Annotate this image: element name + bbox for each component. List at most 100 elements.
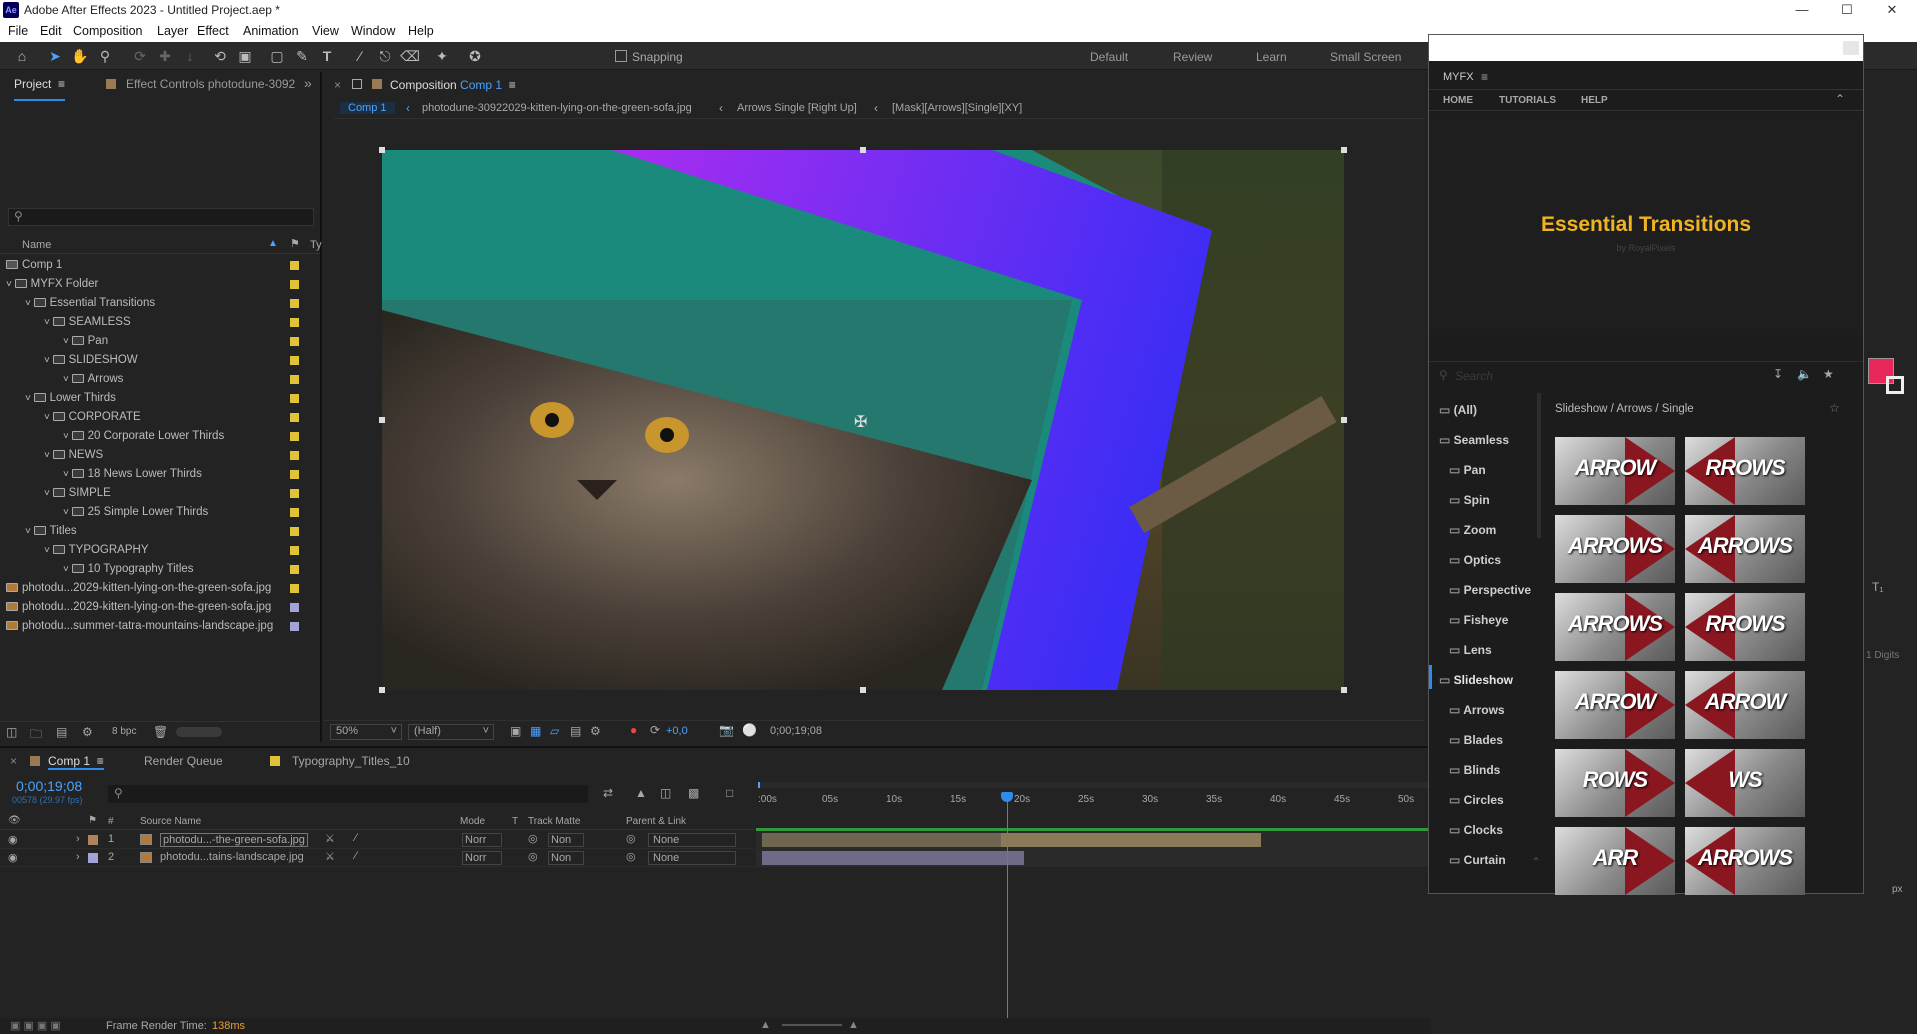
transition-thumbnail[interactable]: ARROW <box>1555 437 1675 505</box>
project-item[interactable]: ˅ 25 Simple Lower Thirds <box>0 503 320 522</box>
project-item[interactable]: ˅ 18 News Lower Thirds <box>0 465 320 484</box>
label-color-swatch[interactable] <box>290 261 299 270</box>
close-button[interactable]: ✕ <box>1870 0 1914 20</box>
label-color-swatch[interactable] <box>290 375 299 384</box>
layer-label-color[interactable] <box>88 835 98 845</box>
zoom-dropdown[interactable]: 50% ˅ <box>330 724 402 740</box>
switch-shy-icon[interactable]: ⚔ <box>325 850 335 863</box>
label-column-icon[interactable]: ⚑ <box>88 815 97 826</box>
expand-chevron-icon[interactable]: ˅ <box>25 298 34 309</box>
channel-icon[interactable]: ⚙ <box>590 724 601 738</box>
track-matte-dropdown[interactable]: Non <box>548 851 584 865</box>
label-color-swatch[interactable] <box>290 413 299 422</box>
orbit-camera-icon[interactable]: ⟳ <box>130 47 150 65</box>
comp-mini-flowchart-icon[interactable]: ⇄ <box>603 786 613 800</box>
visibility-column-icon[interactable]: 👁 <box>8 815 21 826</box>
project-search-input[interactable]: ⚲ <box>8 208 314 226</box>
mask-visibility-icon[interactable]: ▱ <box>550 724 559 738</box>
project-item[interactable]: Comp 1 <box>0 256 320 275</box>
project-item[interactable]: ˅ 20 Corporate Lower Thirds <box>0 427 320 446</box>
switch-shy-icon[interactable]: ⚔ <box>325 832 335 845</box>
parent-dropdown[interactable]: None <box>648 833 736 847</box>
label-color-swatch[interactable] <box>290 508 299 517</box>
expand-chevron-icon[interactable]: ˅ <box>63 507 72 518</box>
label-color-swatch[interactable] <box>290 318 299 327</box>
rectangle-tool-icon[interactable]: ▢ <box>267 47 287 65</box>
lock-icon[interactable] <box>352 79 362 89</box>
label-color-swatch[interactable] <box>290 432 299 441</box>
reset-exposure-icon[interactable]: ⟳ <box>650 723 660 737</box>
menu-window[interactable]: Window <box>351 24 395 38</box>
color-channels-icon[interactable]: ● <box>630 723 637 737</box>
transition-thumbnail[interactable]: ARROWS <box>1555 593 1675 661</box>
switch-fx-icon[interactable]: ∕ <box>355 832 357 844</box>
tab-project[interactable]: Project ≡ <box>14 77 66 101</box>
project-item[interactable]: ˅ Titles <box>0 522 320 541</box>
tab-effect-controls[interactable]: Effect Controls photodune-3092 <box>126 77 295 101</box>
visibility-eye-icon[interactable]: ◉ <box>8 833 18 846</box>
column-source-name[interactable]: Source Name <box>140 816 201 827</box>
transform-handle[interactable] <box>379 417 385 423</box>
layer-bar-1-trimmed[interactable] <box>762 833 1001 847</box>
hand-tool-icon[interactable]: ✋ <box>70 47 90 65</box>
workspace-review[interactable]: Review <box>1173 50 1212 64</box>
home-icon[interactable]: ⌂ <box>12 47 32 65</box>
zoom-out-icon[interactable]: ▲ <box>760 1019 771 1031</box>
rotation-tool-icon[interactable]: ⟲ <box>210 47 230 65</box>
tab-render-queue[interactable]: Render Queue <box>144 754 223 768</box>
menu-view[interactable]: View <box>312 24 339 38</box>
project-item[interactable]: photodu...2029-kitten-lying-on-the-green… <box>0 579 320 598</box>
exposure-value[interactable]: +0,0 <box>666 725 688 737</box>
workspace-learn[interactable]: Learn <box>1256 50 1287 64</box>
transition-thumbnail[interactable]: ARR <box>1555 827 1675 895</box>
new-folder-icon[interactable]: 🗀 <box>30 725 42 746</box>
transition-thumbnail[interactable]: ARROWS <box>1555 515 1675 583</box>
label-color-swatch[interactable] <box>290 527 299 536</box>
project-item[interactable]: ˅ Arrows <box>0 370 320 389</box>
breadcrumb-layer[interactable]: photodune-30922029-kitten-lying-on-the-g… <box>422 102 692 114</box>
pan-camera-icon[interactable]: ✚ <box>155 47 175 65</box>
layer-bar-2[interactable] <box>762 851 1024 865</box>
graph-editor-icon[interactable]: □ <box>726 786 733 800</box>
expand-chevron-icon[interactable]: ˅ <box>63 374 72 385</box>
timeline-layer-row[interactable]: ◉ › 2 photodu...tains-landscape.jpg ⚔ ∕ Norr ◎ N… <box>0 849 754 867</box>
region-of-interest-icon[interactable]: ▣ <box>510 724 521 738</box>
puppet-pin-icon[interactable]: ✪ <box>465 47 485 65</box>
project-item[interactable]: photodu...summer-tatra-mountains-landsca… <box>0 617 320 636</box>
blend-mode-dropdown[interactable]: Norr <box>462 833 502 847</box>
zoom-tool-icon[interactable]: ⚲ <box>95 47 115 65</box>
blend-mode-dropdown[interactable]: Norr <box>462 851 502 865</box>
close-tab-icon[interactable]: × <box>10 754 17 768</box>
transition-thumbnail[interactable]: RROWS <box>1685 437 1805 505</box>
project-item[interactable]: photodu...2029-kitten-lying-on-the-green… <box>0 598 320 617</box>
selection-tool-icon[interactable]: ➤ <box>45 47 65 65</box>
expand-chevron-icon[interactable]: ˅ <box>63 336 72 347</box>
project-item[interactable]: ˅ SLIDESHOW <box>0 351 320 370</box>
viewer-timecode[interactable]: 0;00;19;08 <box>770 725 822 737</box>
maximize-button[interactable]: ☐ <box>1825 0 1869 20</box>
project-item[interactable]: ˅ SIMPLE <box>0 484 320 503</box>
transparency-grid-icon[interactable]: ▦ <box>530 724 541 738</box>
expand-chevron-icon[interactable]: ˅ <box>6 279 15 290</box>
expand-chevron-icon[interactable]: ˅ <box>44 412 53 423</box>
project-item[interactable]: ˅ CORPORATE <box>0 408 320 427</box>
column-parent[interactable]: Parent & Link <box>626 816 686 827</box>
transition-thumbnail[interactable]: ARROW <box>1555 671 1675 739</box>
expand-chevron-icon[interactable]: ˅ <box>44 317 53 328</box>
snapping-checkbox[interactable] <box>615 50 627 62</box>
switch-fx-icon[interactable]: ∕ <box>355 850 357 862</box>
bit-depth-label[interactable]: 8 bpc <box>112 726 136 737</box>
project-item[interactable]: ˅ Pan <box>0 332 320 351</box>
label-color-swatch[interactable] <box>290 337 299 346</box>
transition-thumbnail[interactable]: ARROWS <box>1685 515 1805 583</box>
layer-name[interactable]: photodu...tains-landscape.jpg <box>160 851 304 863</box>
menu-help[interactable]: Help <box>408 24 434 38</box>
playhead-line[interactable] <box>1007 796 1008 1026</box>
expand-chevron-icon[interactable]: ˅ <box>44 545 53 556</box>
label-color-swatch[interactable] <box>290 280 299 289</box>
label-color-swatch[interactable] <box>290 622 299 631</box>
snapshot-icon[interactable]: 📷 <box>719 723 734 737</box>
track-matte-dropdown[interactable]: Non <box>548 833 584 847</box>
transform-handle[interactable] <box>1341 147 1347 153</box>
column-name[interactable]: Name <box>22 239 51 251</box>
